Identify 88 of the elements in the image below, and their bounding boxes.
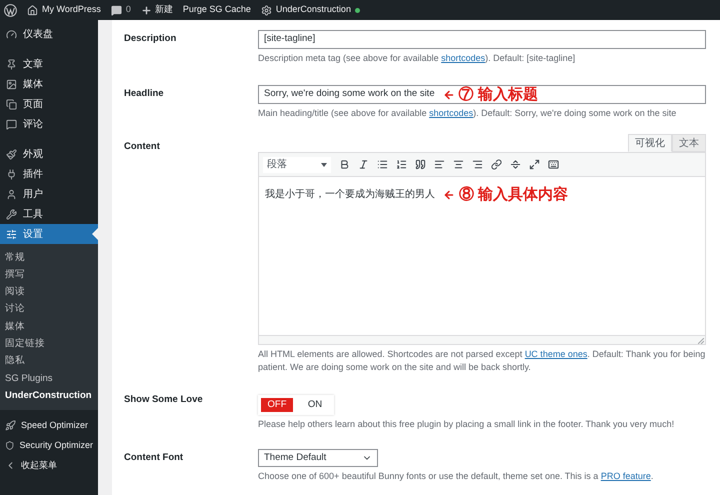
fullscreen-icon[interactable]: [529, 159, 540, 170]
wrench-icon: [6, 208, 17, 220]
gear-icon: [260, 4, 272, 16]
settings-icon: [6, 228, 17, 240]
sidebar-item[interactable]: Speed Optimizer: [0, 416, 98, 436]
annotation-arrow-icon: [443, 188, 455, 200]
toggle-option[interactable]: ON: [299, 398, 331, 412]
submenu-item[interactable]: 讨论: [0, 300, 98, 318]
wordpress-logo-icon[interactable]: [4, 4, 17, 16]
editor-tab[interactable]: 文本: [672, 134, 706, 152]
text-input-field[interactable]: Sorry, we're doing some work on the site ⑦ 输入标题: [258, 85, 706, 104]
editor-tab[interactable]: 可视化: [628, 134, 672, 152]
toggle-switch[interactable]: OFF ON: [258, 395, 334, 415]
comment-icon: [6, 118, 17, 130]
comment-icon: [110, 4, 122, 16]
annotation-arrow-icon: [442, 88, 455, 100]
help-link[interactable]: shortcodes: [441, 53, 486, 63]
help-link[interactable]: UC theme ones: [524, 349, 588, 359]
help-link[interactable]: PRO feature: [600, 471, 651, 481]
read-more-icon[interactable]: [510, 159, 521, 170]
submenu-item[interactable]: SG Plugins: [0, 370, 98, 388]
user-icon: [6, 188, 17, 200]
setting-label: Description: [124, 32, 178, 46]
submenu-item[interactable]: UnderConstruction: [0, 387, 98, 405]
pin-icon: [6, 58, 17, 70]
setting-label: Content Font: [124, 451, 184, 465]
help-text: Description meta tag (see above for available shortcodes). Default: [site-tagline]: [258, 52, 576, 65]
submenu-item[interactable]: 阅读: [0, 284, 98, 301]
italic-icon[interactable]: [358, 159, 369, 170]
brush-icon: [6, 148, 17, 160]
setting-label: Show Some Love: [124, 393, 204, 407]
align-right-icon[interactable]: [472, 159, 483, 170]
media-icon: [6, 78, 17, 90]
bulleted-list-icon[interactable]: [377, 159, 388, 170]
help-text: Choose one of 600+ beautiful Bunny fonts or use the default, theme set one. This is a PRO feature.: [258, 470, 654, 483]
home-icon: [27, 4, 38, 16]
sidebar-item[interactable]: Security Optimizer: [0, 436, 98, 456]
gauge-icon: [6, 28, 17, 40]
quote-icon[interactable]: [415, 159, 426, 170]
new-link[interactable]: 新建: [140, 3, 173, 17]
text-input-field[interactable]: [site-tagline]: [258, 30, 706, 49]
help-text: Please help others learn about this free plugin by placing a small link in the footer. Thank you very much!: [258, 418, 676, 431]
submenu-item[interactable]: 常规: [0, 249, 98, 266]
sidebar-item[interactable]: 收起菜单: [0, 456, 98, 476]
editor-text: 我是小于哥，一个要成为海贼王的男人: [265, 188, 435, 202]
submenu-item[interactable]: 隐私: [0, 352, 98, 370]
sidebar-item[interactable]: 插件: [0, 164, 98, 184]
align-left-icon[interactable]: [434, 159, 445, 170]
setting-label: Content: [124, 140, 161, 154]
align-center-icon[interactable]: [453, 159, 464, 170]
numbered-list-icon[interactable]: [396, 159, 407, 170]
sidebar-item[interactable]: 页面: [0, 94, 98, 114]
annotation-label: ⑦ 输入标题: [458, 87, 538, 102]
annotation-label: ⑧ 输入具体内容: [459, 187, 568, 202]
sidebar-item[interactable]: 仪表盘: [0, 24, 98, 44]
font-select[interactable]: Theme Default: [258, 449, 378, 467]
help-link[interactable]: shortcodes: [429, 108, 474, 118]
sidebar-item[interactable]: 媒体: [0, 74, 98, 94]
setting-label: Headline: [124, 87, 165, 101]
sidebar-item[interactable]: 外观: [0, 144, 98, 164]
sidebar-item[interactable]: 设置: [0, 224, 98, 244]
plus-icon: [140, 4, 152, 16]
submenu-item[interactable]: 固定链接: [0, 335, 98, 353]
sidebar-item[interactable]: 评论: [0, 114, 98, 134]
plugin-status-link[interactable]: UnderConstruction: [260, 3, 360, 17]
pages-icon: [6, 98, 17, 110]
toggle-option[interactable]: OFF: [261, 398, 293, 412]
input-value: [site-tagline]: [264, 32, 316, 46]
submenu-item[interactable]: 撰写: [0, 266, 98, 284]
rocket-icon: [5, 420, 16, 432]
link-icon[interactable]: [491, 159, 502, 170]
help-text: All HTML elements are allowed. Shortcodes are not parsed except UC theme ones. Default: Thank you for being patient. We are doing some work on the site and will be back shortly.: [258, 348, 706, 374]
format-select[interactable]: 段落: [263, 156, 331, 172]
sidebar-item[interactable]: 工具: [0, 204, 98, 224]
bold-icon[interactable]: [339, 159, 350, 170]
purge-cache-link[interactable]: Purge SG Cache: [182, 3, 251, 17]
help-text: Main heading/title (see above for available shortcodes). Default: Sorry, we're doing some work on the site: [258, 107, 678, 120]
keyboard-icon[interactable]: [548, 159, 559, 170]
site-link[interactable]: My WordPress: [27, 3, 101, 17]
dropdown-caret-icon: [321, 162, 327, 166]
shield-icon: [5, 440, 14, 452]
sidebar-item[interactable]: 文章: [0, 54, 98, 74]
sidebar-item[interactable]: 用户: [0, 184, 98, 204]
submenu-item[interactable]: 媒体: [0, 318, 98, 336]
input-value: Sorry, we're doing some work on the site: [264, 87, 435, 102]
comments-link[interactable]: 0: [110, 3, 131, 17]
resize-handle-icon: [698, 338, 704, 344]
plug-icon: [6, 168, 17, 180]
